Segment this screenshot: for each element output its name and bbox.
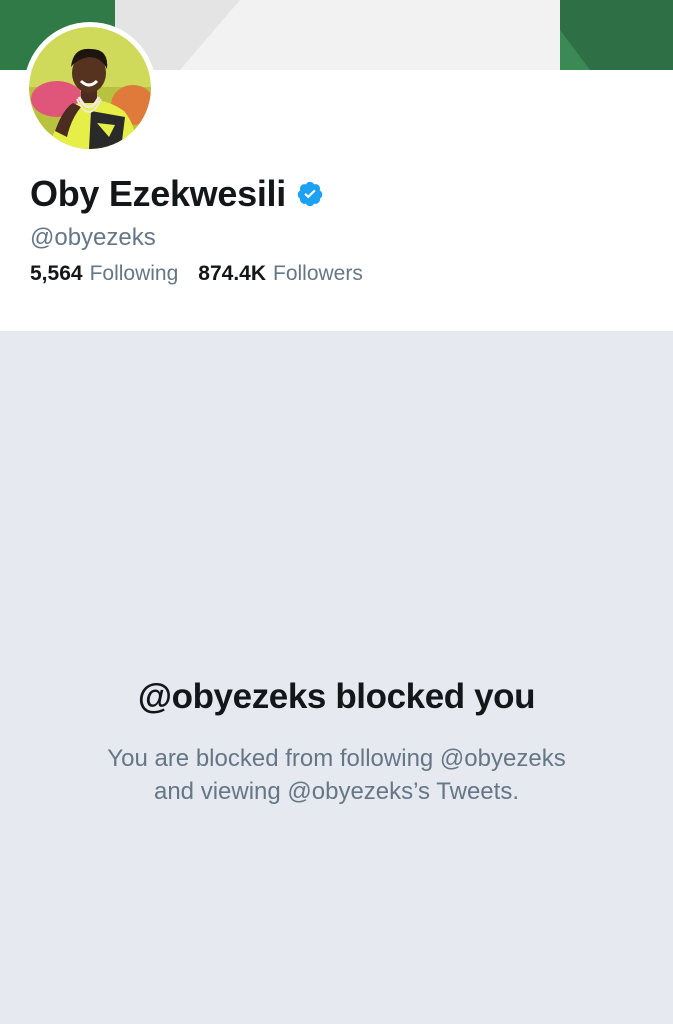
name-row: Oby Ezekwesili <box>30 173 324 215</box>
followers-label: Followers <box>273 262 363 285</box>
profile-stats: 5,564 Following 874.4K Followers <box>30 261 383 287</box>
profile-header: Oby Ezekwesili @obyezeks 5,564 Following… <box>0 22 673 331</box>
followers-count: 874.4K <box>198 262 266 285</box>
blocked-message-line1: You are blocked from following @obyezeks <box>107 745 566 772</box>
following-label: Following <box>89 262 179 285</box>
avatar-photo <box>29 27 151 149</box>
following-stat[interactable]: 5,564 Following <box>30 261 178 287</box>
followers-stat[interactable]: 874.4K Followers <box>198 261 363 287</box>
display-name: Oby Ezekwesili <box>30 173 286 214</box>
avatar[interactable] <box>24 22 156 154</box>
profile-handle: @obyezeks <box>30 224 156 251</box>
blocked-message: You are blocked from following @obyezeks… <box>0 742 673 808</box>
following-count: 5,564 <box>30 262 83 285</box>
verified-badge-icon <box>296 180 324 208</box>
blocked-message-line2: and viewing @obyezeks’s Tweets. <box>153 778 519 805</box>
blocked-title: @obyezeks blocked you <box>137 677 536 716</box>
